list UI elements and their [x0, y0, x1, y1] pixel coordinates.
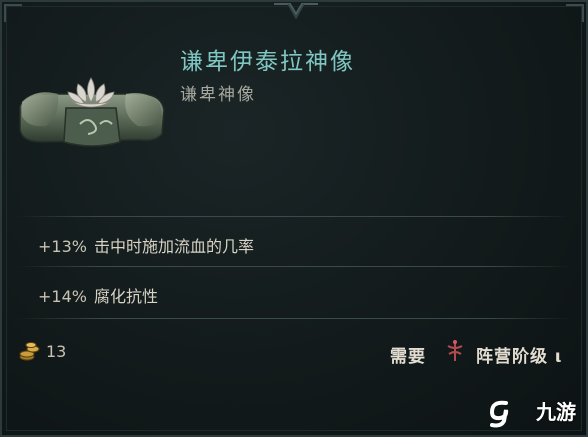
jiuyou-logo-icon — [489, 400, 509, 428]
watermark-text: 九游 — [536, 400, 576, 424]
faction-rank-icon — [447, 340, 463, 361]
item-value-count: 13 — [46, 342, 67, 361]
item-title: 谦卑伊泰拉神像 — [180, 49, 355, 75]
section-divider — [16, 318, 572, 319]
requirement-value: 阵营阶级 ι — [476, 347, 563, 367]
stat-value: +13% — [38, 237, 87, 256]
stat-value: +14% — [38, 287, 87, 306]
tooltip-corner-ornament — [4, 4, 22, 22]
stat-line: +13% 击中时施加流血的几率 — [38, 233, 254, 257]
item-tooltip: 谦卑伊泰拉神像 谦卑神像 +13% 击中时施加流血的几率 +14% 腐化抗性 13 … — [0, 0, 588, 437]
stat-text: 腐化抗性 — [93, 287, 158, 306]
stat-line: +14% 腐化抗性 — [38, 283, 158, 307]
item-subtitle: 谦卑神像 — [180, 85, 256, 105]
section-divider — [16, 266, 572, 267]
stat-text: 击中时施加流血的几率 — [93, 237, 254, 256]
top-frame-ornament-icon — [274, 3, 318, 20]
gold-coins-icon — [19, 342, 40, 361]
lotus-statue-icon — [19, 77, 165, 147]
tooltip-corner-ornament — [566, 4, 584, 22]
section-divider — [16, 216, 572, 217]
requirement-label: 需要 — [390, 347, 426, 367]
